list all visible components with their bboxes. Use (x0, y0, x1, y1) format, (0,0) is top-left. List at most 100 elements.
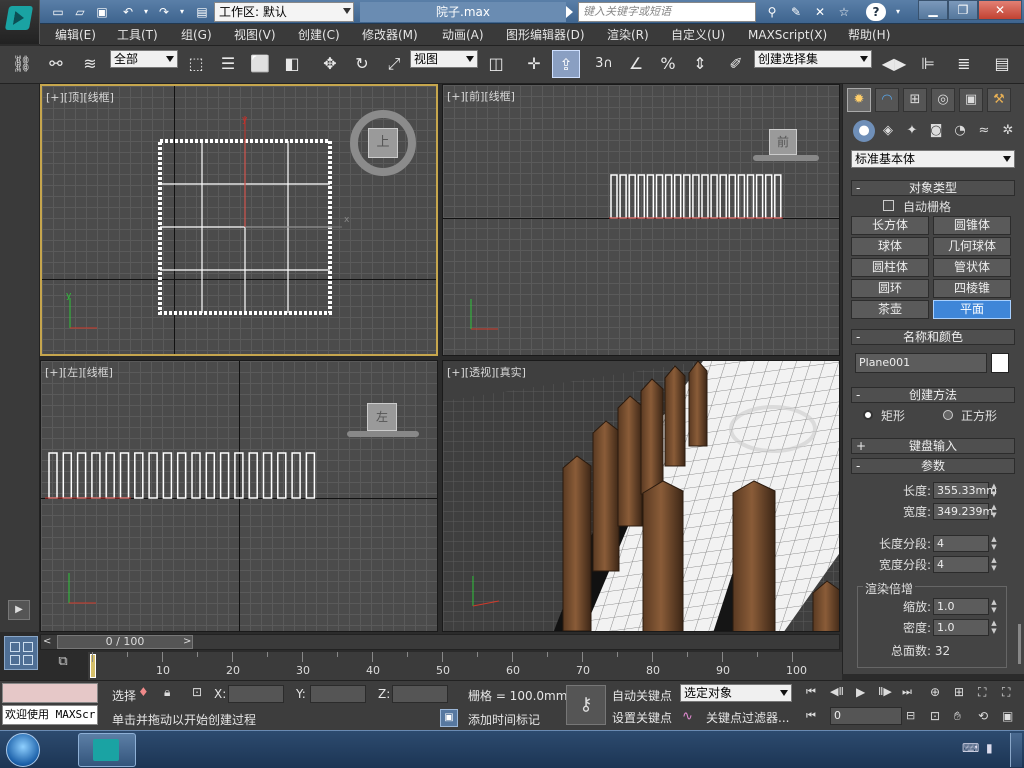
set-key-button[interactable]: 设置关键点 (612, 709, 672, 726)
redo-dropdown-icon[interactable]: ▾ (172, 3, 192, 21)
viewcube[interactable]: 前 (769, 129, 797, 155)
keyboard-tray-icon[interactable]: ⌨ (962, 741, 980, 757)
menu-edit[interactable]: 编辑(E) (55, 26, 96, 44)
x-coordinate-input[interactable] (228, 685, 284, 703)
selection-lock-icon[interactable]: 🔒︎ (164, 685, 180, 701)
teapot-button[interactable]: 茶壶 (851, 300, 929, 319)
edit-named-selection-icon[interactable]: ✐ (722, 50, 750, 78)
layer-manager-icon[interactable]: ≣ (950, 50, 978, 78)
width-spinner-arrows[interactable]: ▲ ▼ (989, 503, 999, 520)
network-tray-icon[interactable]: ▮ (986, 741, 1000, 757)
field-of-view-icon[interactable]: ⊡ (930, 709, 948, 725)
viewcube[interactable]: 上 (368, 128, 398, 158)
play-icon[interactable]: ▶ (856, 685, 874, 701)
new-file-icon[interactable]: ▭ (48, 3, 68, 21)
viewport-label[interactable]: [+][透视][真实] (447, 364, 526, 380)
pivot-center-icon[interactable]: ◫ (482, 50, 510, 78)
viewcube[interactable]: 左 (367, 403, 397, 431)
unlink-icon[interactable]: ⚯ (42, 50, 70, 78)
undo-icon[interactable]: ↶ (118, 3, 138, 21)
app-menu-button[interactable] (0, 0, 40, 44)
sphere-button[interactable]: 球体 (851, 237, 929, 256)
graphite-ribbon-icon[interactable]: ▤ (988, 50, 1016, 78)
density-input[interactable]: 1.0 (933, 619, 989, 636)
rollout-parameters[interactable]: - 参数 (851, 458, 1015, 474)
tube-button[interactable]: 管状体 (933, 258, 1011, 277)
rotate-icon[interactable]: ↻ (348, 50, 376, 78)
open-file-icon[interactable]: ▱ (70, 3, 90, 21)
set-key-icon[interactable]: ⚷ (566, 685, 606, 725)
menu-create[interactable]: 创建(C) (298, 26, 340, 44)
modify-tab-icon[interactable]: ◠ (875, 88, 899, 112)
subscription-icon[interactable]: ✎ (786, 3, 806, 21)
rollout-creation-method[interactable]: - 创建方法 (851, 387, 1015, 403)
zoom-extents-icon[interactable]: ⛶ (978, 685, 996, 701)
windows-start-button[interactable] (6, 733, 40, 767)
plane-button[interactable]: 平面 (933, 300, 1011, 319)
create-tab-icon[interactable]: ✹ (847, 88, 871, 112)
isolate-selection-icon[interactable]: ♦ (138, 685, 154, 701)
menu-group[interactable]: 组(G) (181, 26, 212, 44)
go-to-end-icon[interactable]: ⏭ (902, 685, 920, 701)
viewport-label[interactable]: [+][前][线框] (447, 88, 515, 104)
geosphere-button[interactable]: 几何球体 (933, 237, 1011, 256)
close-button[interactable]: ✕ (978, 0, 1022, 20)
track-bar[interactable]: 10 20 30 40 50 60 70 80 90 100 (88, 652, 842, 680)
time-slider-prev-icon[interactable]: < (43, 636, 55, 648)
object-color-swatch[interactable] (991, 353, 1009, 373)
viewport-front[interactable]: [+][前][线框] 前 (442, 84, 840, 356)
rectangular-selection-icon[interactable]: ⬜ (246, 50, 274, 78)
angle-snap-icon[interactable]: ∠ (622, 50, 650, 78)
add-time-tag-label[interactable]: 添加时间标记 (468, 711, 540, 728)
percent-snap-icon[interactable]: % (654, 50, 682, 78)
menu-customize[interactable]: 自定义(U) (671, 26, 725, 44)
zoom-extents-all-icon[interactable]: ⛶ (1002, 685, 1020, 701)
spinner-snap-icon[interactable]: ⇕ (686, 50, 714, 78)
rollout-object-type[interactable]: - 对象类型 (851, 180, 1015, 196)
cone-button[interactable]: 圆锥体 (933, 216, 1011, 235)
selection-filter-dropdown[interactable]: 全部 (110, 50, 178, 68)
key-filters-button[interactable]: 关键点过滤器... (706, 709, 789, 726)
menu-maxscript[interactable]: MAXScript(X) (748, 26, 827, 44)
move-icon[interactable]: ✥ (316, 50, 344, 78)
undo-dropdown-icon[interactable]: ▾ (136, 3, 156, 21)
autogrid-checkbox[interactable] (883, 200, 894, 211)
square-radio[interactable] (943, 410, 953, 420)
viewcube-ring[interactable] (347, 431, 419, 437)
systems-icon[interactable]: ✲ (997, 120, 1019, 142)
scale-spinner-arrows[interactable]: ▲ ▼ (989, 598, 999, 615)
keyboard-shortcut-override-icon[interactable]: ⇪ (552, 50, 580, 78)
maximize-viewport-icon[interactable]: ▣ (1002, 709, 1020, 725)
cylinder-button[interactable]: 圆柱体 (851, 258, 929, 277)
snaps-toggle-icon[interactable]: 3∩ (590, 50, 618, 78)
communication-icon[interactable]: ✕ (810, 3, 830, 21)
menu-views[interactable]: 视图(V) (234, 26, 276, 44)
project-folder-icon[interactable]: ▤ (192, 3, 212, 21)
expand-search-icon[interactable] (566, 6, 573, 18)
link-icon[interactable]: ⛓ (8, 50, 36, 78)
current-frame-input[interactable]: 0 (830, 707, 902, 725)
menu-rendering[interactable]: 渲染(R) (607, 26, 649, 44)
window-crossing-icon[interactable]: ◧ (278, 50, 306, 78)
workspace-dropdown[interactable]: 工作区: 默认 (214, 2, 354, 22)
time-slider-thumb[interactable]: 0 / 100 (57, 635, 193, 649)
show-desktop-button[interactable] (1010, 733, 1022, 767)
save-icon[interactable]: ▣ (92, 3, 112, 21)
display-tab-icon[interactable]: ▣ (959, 88, 983, 112)
menu-animation[interactable]: 动画(A) (442, 26, 484, 44)
zoom-all-icon[interactable]: ⊞ (954, 685, 972, 701)
shapes-icon[interactable]: ◈ (877, 120, 899, 142)
length-input[interactable]: 355.33mm (933, 482, 997, 499)
add-time-tag-icon[interactable]: ▣ (440, 709, 458, 727)
reference-coordinate-dropdown[interactable]: 视图 (410, 50, 478, 68)
cameras-icon[interactable]: ◙ (925, 120, 947, 142)
mirror-icon[interactable]: ◀▶ (880, 50, 908, 78)
search-input[interactable]: 键入关键字或短语 (578, 2, 756, 22)
key-filters-icon[interactable]: ∿ (682, 709, 700, 725)
width-input[interactable]: 349.239m (933, 503, 993, 520)
box-button[interactable]: 长方体 (851, 216, 929, 235)
key-mode-toggle-icon[interactable]: ⏮ (806, 709, 824, 725)
align-icon[interactable]: ⊫ (914, 50, 942, 78)
redo-icon[interactable]: ↷ (154, 3, 174, 21)
hierarchy-tab-icon[interactable]: ⊞ (903, 88, 927, 112)
